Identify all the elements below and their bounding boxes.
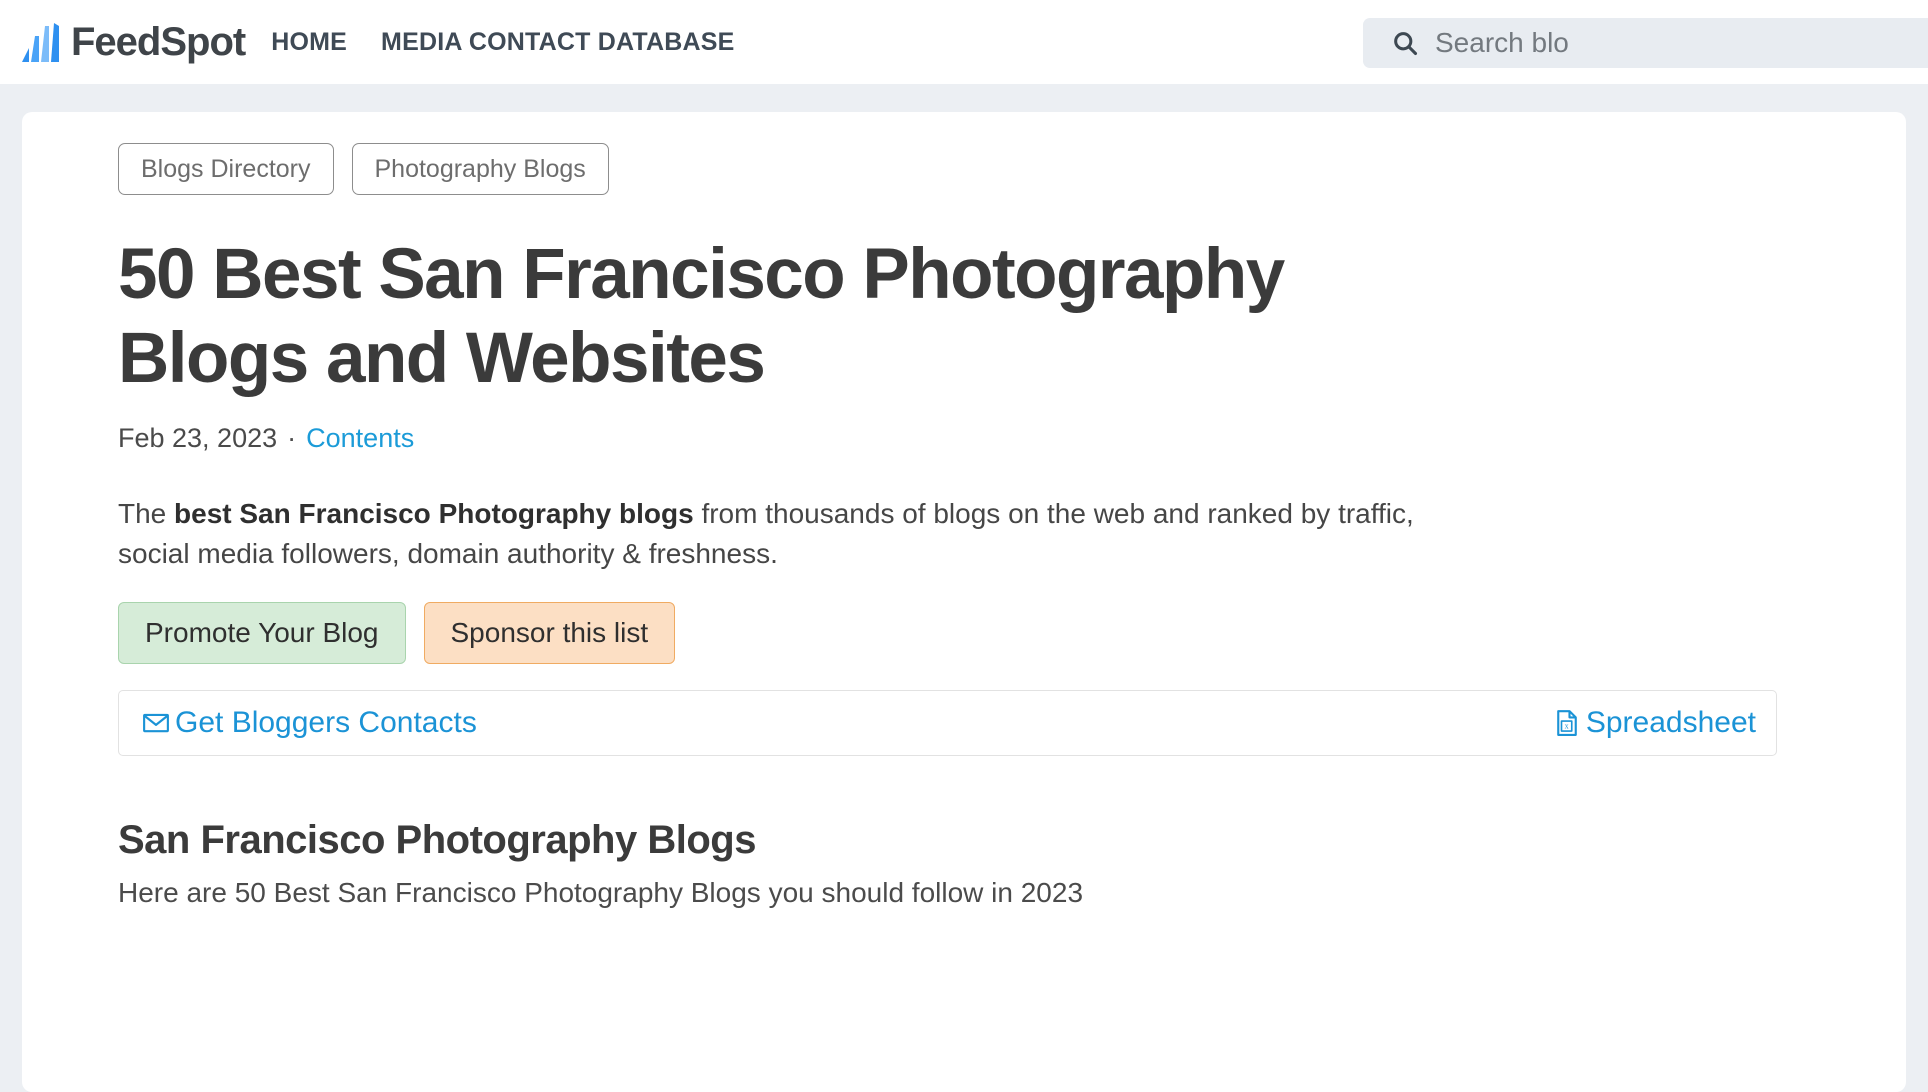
page-title: 50 Best San Francisco Photography Blogs … [118,235,1285,398]
article-meta: Feb 23, 2023 · Contents [118,423,1810,454]
envelope-icon [143,713,169,733]
article-description: The best San Francisco Photography blogs… [118,494,1448,574]
spreadsheet-link[interactable]: x Spreadsheet [1552,706,1756,740]
contents-link[interactable]: Contents [306,423,414,454]
search-input[interactable] [1435,27,1928,59]
breadcrumb: Blogs Directory Photography Blogs [118,143,1810,195]
section-subtitle: Here are 50 Best San Francisco Photograp… [118,877,1084,908]
description-prefix: The [118,498,175,529]
description-highlight: best San Francisco Photography blogs [174,498,694,529]
site-header: FeedSpot HOME MEDIA CONTACT DATABASE [0,0,1928,84]
breadcrumb-photography-blogs[interactable]: Photography Blogs [351,143,609,195]
sponsor-this-list-button[interactable]: Sponsor this list [423,602,676,664]
meta-separator: · [287,423,297,453]
section-title: San Francisco Photography Blogs [118,818,756,862]
content-card: Blogs Directory Photography Blogs 50 Bes… [22,112,1906,1092]
search-icon [1394,32,1418,56]
spreadsheet-label: Spreadsheet [1585,706,1756,739]
get-bloggers-contacts-label: Get Bloggers Contacts [175,706,477,739]
feedspot-logo-icon [22,23,59,62]
search-box[interactable] [1363,18,1928,68]
brand-name: FeedSpot [71,20,246,64]
get-bloggers-contacts-link[interactable]: Get Bloggers Contacts [141,706,477,740]
promote-your-blog-button[interactable]: Promote Your Blog [118,602,406,664]
nav-media-contact-database[interactable]: MEDIA CONTACT DATABASE [381,28,734,57]
main-nav: HOME MEDIA CONTACT DATABASE [271,28,734,57]
brand-logo[interactable]: FeedSpot [18,20,246,64]
svg-text:x: x [1564,722,1568,731]
contact-bar: Get Bloggers Contacts x Spreadsheet [118,690,1777,756]
action-buttons: Promote Your Blog Sponsor this list [118,602,1810,664]
breadcrumb-blogs-directory[interactable]: Blogs Directory [118,143,334,195]
spreadsheet-file-icon: x [1557,710,1577,736]
publish-date: Feb 23, 2023 [118,423,278,453]
nav-home[interactable]: HOME [271,28,347,57]
